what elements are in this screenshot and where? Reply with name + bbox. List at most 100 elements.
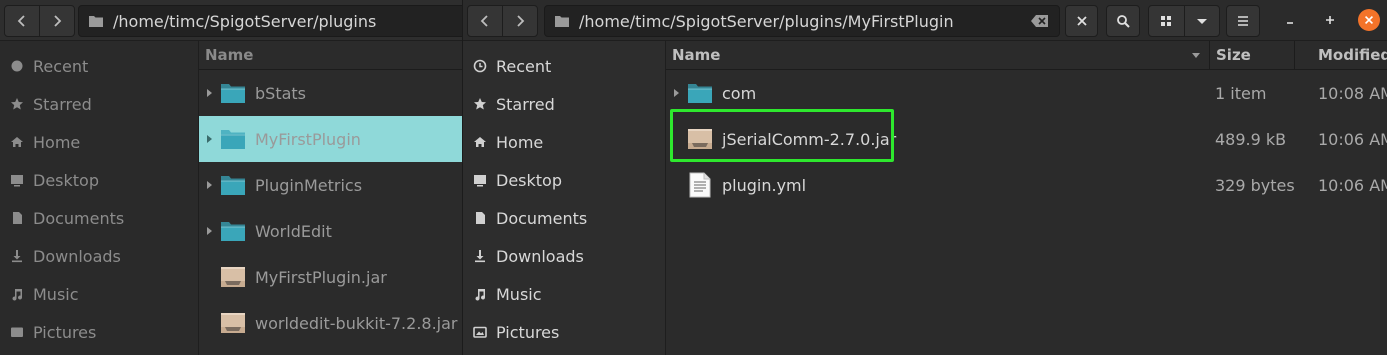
expand-arrow-icon[interactable] — [199, 181, 219, 189]
clock-icon — [9, 58, 25, 74]
menu-button[interactable] — [1226, 5, 1260, 37]
back-nav-buttons — [4, 5, 75, 37]
search-button[interactable] — [1106, 5, 1140, 37]
back-file-manager-window: /home/timc/SpigotServer/plugins Recent St… — [0, 0, 462, 355]
sidebar-item-desktop[interactable]: Desktop — [463, 161, 665, 199]
grid-view-button[interactable] — [1149, 6, 1185, 36]
sidebar-item-label: Documents — [33, 208, 125, 228]
size-column-header[interactable]: Size — [1216, 46, 1251, 64]
back-sidebar: Recent Starred Home Desktop Documents Downloa… — [0, 41, 199, 355]
name-column-label: Name — [205, 46, 254, 64]
front-location-bar[interactable]: /home/timc/SpigotServer/plugins/MyFirstP… — [544, 5, 1060, 37]
sidebar-item-label: Downloads — [33, 246, 121, 266]
sidebar-item-label: Pictures — [496, 322, 560, 342]
folder-row[interactable]: MyFirstPlugin — [199, 116, 462, 162]
file-size: 329 bytes — [1215, 175, 1295, 195]
sidebar-item-music[interactable]: Music — [463, 275, 665, 313]
close-location-button[interactable] — [1065, 5, 1098, 37]
sidebar-item-label: Home — [33, 132, 81, 152]
file-row[interactable]: worldedit-bukkit-7.2.8.jar — [199, 300, 462, 346]
expand-arrow-icon[interactable] — [199, 89, 219, 97]
name-column-header[interactable]: Name — [672, 46, 720, 64]
forward-button[interactable] — [503, 6, 537, 36]
close-window-button[interactable] — [1358, 9, 1380, 31]
forward-button[interactable] — [40, 6, 74, 36]
clock-icon — [472, 58, 488, 74]
back-button[interactable] — [468, 6, 503, 36]
minimize-button[interactable] — [1279, 9, 1301, 31]
sort-descending-icon — [1192, 53, 1200, 58]
file-name: jSerialComm-2.7.0.jar — [722, 129, 897, 149]
file-row[interactable]: plugin.yml 329 bytes 10:06 AM — [666, 162, 1387, 208]
front-file-manager-window: /home/timc/SpigotServer/plugins/MyFirstP… — [462, 0, 1387, 355]
sidebar-item-home[interactable]: Home — [0, 123, 198, 161]
sidebar-item-desktop[interactable]: Desktop — [0, 161, 198, 199]
sidebar-item-recent[interactable]: Recent — [0, 47, 198, 85]
file-row[interactable]: MyFirstPlugin.jar — [199, 254, 462, 300]
back-location-bar[interactable]: /home/timc/SpigotServer/plugins — [78, 5, 462, 37]
maximize-icon — [1326, 16, 1334, 24]
clear-path-button[interactable] — [1031, 13, 1049, 27]
sidebar-item-label: Starred — [33, 94, 92, 114]
sidebar-item-pictures[interactable]: Pictures — [463, 313, 665, 351]
sidebar-item-pictures[interactable]: Pictures — [0, 313, 198, 351]
sidebar-item-documents[interactable]: Documents — [463, 199, 665, 237]
hamburger-menu-icon — [1238, 16, 1248, 26]
sidebar-item-documents[interactable]: Documents — [0, 199, 198, 237]
front-path-text: /home/timc/SpigotServer/plugins/MyFirstP… — [579, 11, 954, 31]
file-name: MyFirstPlugin — [255, 129, 361, 149]
sidebar-item-label: Downloads — [496, 246, 584, 266]
sidebar-item-recent[interactable]: Recent — [463, 47, 665, 85]
sidebar-item-music[interactable]: Music — [0, 275, 198, 313]
minimize-icon — [1287, 22, 1293, 24]
backspace-icon — [1031, 15, 1048, 27]
folder-icon — [219, 79, 247, 107]
chevron-right-icon — [517, 15, 525, 27]
expand-arrow-icon[interactable] — [666, 89, 686, 97]
sidebar-item-starred[interactable]: Starred — [0, 85, 198, 123]
pictures-icon — [472, 324, 488, 340]
sidebar-item-label: Music — [496, 284, 542, 304]
jar-archive-icon — [219, 263, 247, 291]
folder-icon — [219, 171, 247, 199]
close-icon — [1076, 16, 1087, 26]
chevron-down-icon — [1196, 19, 1207, 24]
front-file-list: Name Size Modified com 1 item 10:08 AM jSer… — [666, 41, 1387, 355]
sidebar-item-label: Documents — [496, 208, 588, 228]
text-file-icon — [686, 171, 714, 199]
folder-row[interactable]: WorldEdit — [199, 208, 462, 254]
document-icon — [472, 210, 488, 226]
document-icon — [9, 210, 25, 226]
sidebar-item-starred[interactable]: Starred — [463, 85, 665, 123]
file-name: bStats — [255, 83, 306, 103]
file-name: plugin.yml — [722, 175, 807, 195]
file-modified: 10:08 AM — [1318, 83, 1387, 103]
expand-arrow-icon[interactable] — [199, 135, 219, 143]
folder-row[interactable]: bStats — [199, 70, 462, 116]
jar-archive-icon — [686, 125, 714, 153]
sidebar-item-downloads[interactable]: Downloads — [463, 237, 665, 275]
folder-icon — [219, 125, 247, 153]
maximize-button[interactable] — [1319, 9, 1341, 31]
expand-arrow-icon[interactable] — [199, 227, 219, 235]
front-nav-buttons — [467, 5, 538, 37]
back-button[interactable] — [5, 6, 40, 36]
file-row[interactable]: jSerialComm-2.7.0.jar 489.9 kB 10:06 AM — [666, 116, 1387, 162]
folder-row[interactable]: PluginMetrics — [199, 162, 462, 208]
folder-row[interactable]: com 1 item 10:08 AM — [666, 70, 1387, 116]
back-file-list: Name bStats MyFirstPlugin PluginMetrics Wor… — [199, 41, 462, 355]
back-headerbar: /home/timc/SpigotServer/plugins — [0, 0, 462, 41]
sidebar-item-home[interactable]: Home — [463, 123, 665, 161]
pictures-icon — [9, 324, 25, 340]
download-icon — [472, 248, 488, 264]
file-modified: 10:06 AM — [1318, 129, 1387, 149]
folder-icon — [686, 79, 714, 107]
front-sidebar: Recent Starred Home Desktop Documents Downloa… — [463, 41, 666, 355]
front-headerbar: /home/timc/SpigotServer/plugins/MyFirstP… — [463, 0, 1387, 41]
home-icon — [9, 134, 25, 150]
modified-column-header[interactable]: Modified — [1318, 46, 1387, 64]
sidebar-item-downloads[interactable]: Downloads — [0, 237, 198, 275]
star-icon — [472, 96, 488, 112]
view-options-dropdown[interactable] — [1185, 6, 1220, 36]
back-column-header[interactable]: Name — [199, 41, 462, 70]
